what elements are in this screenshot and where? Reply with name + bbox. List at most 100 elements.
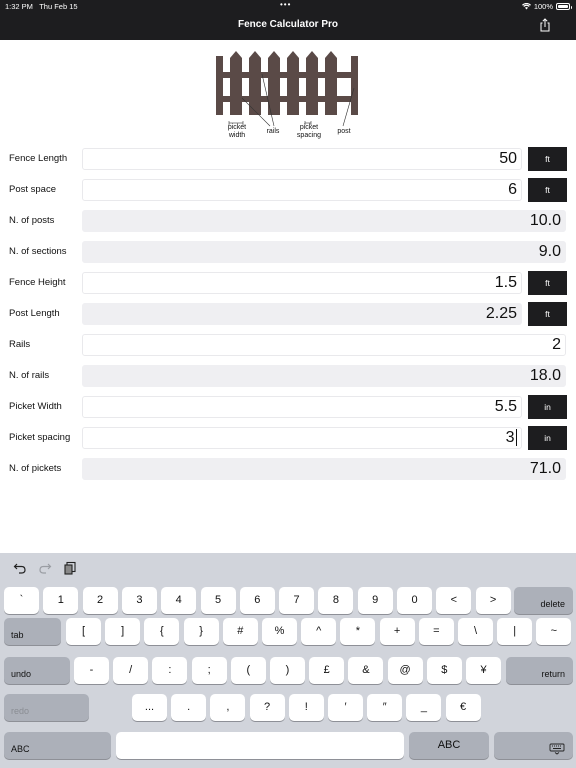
redo-icon[interactable]	[38, 561, 52, 575]
key[interactable]: .	[171, 694, 207, 721]
key[interactable]: 6	[239, 587, 275, 614]
key[interactable]: <	[436, 587, 472, 614]
unit-button[interactable]: ft	[528, 147, 567, 171]
key[interactable]: ;	[191, 657, 227, 684]
key[interactable]: ¥	[466, 657, 501, 684]
clipboard-icon[interactable]	[63, 561, 77, 575]
key[interactable]: =	[418, 618, 454, 645]
key[interactable]: $	[426, 657, 462, 684]
key[interactable]: ″	[367, 694, 403, 721]
key[interactable]: &	[348, 657, 384, 684]
input-field[interactable]: 6	[82, 179, 522, 201]
post-label: post	[337, 128, 351, 135]
form-row: N. of pickets 71.0	[0, 457, 576, 481]
field-label: Picket spacing	[9, 432, 71, 443]
key[interactable]: _	[406, 694, 442, 721]
key[interactable]: %	[262, 618, 297, 645]
key[interactable]: )	[270, 657, 305, 684]
form-row: Rails 2	[0, 333, 576, 357]
key[interactable]: -	[74, 657, 109, 684]
unit-button[interactable]: in	[528, 395, 567, 419]
form-row: Picket Width 5.5 in	[0, 395, 576, 419]
key[interactable]: 3	[121, 587, 157, 614]
undo-icon[interactable]	[13, 561, 27, 575]
input-field[interactable]: 2	[82, 334, 566, 356]
key[interactable]: |	[497, 618, 533, 645]
result-field: 2.25	[82, 303, 522, 325]
unit-button[interactable]: ft	[528, 302, 567, 326]
key[interactable]: £	[309, 657, 345, 684]
unit-button[interactable]: ft	[528, 178, 567, 202]
key[interactable]: :	[152, 657, 188, 684]
abc-key[interactable]: ABC	[4, 732, 111, 759]
picket-spacing-label: picket spacing	[296, 124, 322, 139]
form-row: N. of rails 18.0	[0, 364, 576, 388]
key[interactable]: ?	[249, 694, 285, 721]
input-field[interactable]: 3	[82, 427, 522, 449]
field-label: Fence Height	[9, 277, 66, 288]
key[interactable]: (	[230, 657, 266, 684]
status-clock: 1:32 PM	[5, 2, 33, 11]
delete-key[interactable]: delete	[514, 587, 573, 614]
key[interactable]: 1	[43, 587, 79, 614]
field-value: 2.25	[485, 305, 517, 322]
key[interactable]: +	[379, 618, 415, 645]
wifi-icon	[521, 3, 531, 10]
multitasking-dots[interactable]: •••	[280, 0, 291, 9]
key[interactable]: !	[288, 694, 324, 721]
page-title: Fence Calculator Pro	[237, 19, 339, 30]
key[interactable]: ^	[301, 618, 337, 645]
key[interactable]: \	[458, 618, 493, 645]
unit-button[interactable]: ft	[528, 271, 567, 295]
key[interactable]: ,	[210, 694, 246, 721]
key[interactable]: €	[445, 694, 481, 721]
key[interactable]: }	[183, 618, 219, 645]
keyboard-dismiss-key[interactable]	[494, 732, 573, 759]
key[interactable]: ′	[328, 694, 363, 721]
key[interactable]: 2	[82, 587, 118, 614]
key[interactable]: [	[66, 618, 101, 645]
fence-diagram: picket width rails picket spacing post	[210, 48, 370, 142]
key[interactable]: ...	[132, 694, 167, 721]
field-label: N. of pickets	[9, 463, 62, 474]
key[interactable]: ~	[536, 618, 572, 645]
share-icon[interactable]	[538, 18, 552, 32]
input-field[interactable]: 1.5	[82, 272, 522, 294]
key[interactable]: {	[144, 618, 180, 645]
key[interactable]: ]	[105, 618, 141, 645]
return-key[interactable]: return	[506, 657, 573, 684]
field-label: Fence Length	[9, 153, 68, 164]
key[interactable]: 7	[279, 587, 315, 614]
redo-key[interactable]: redo	[4, 694, 89, 721]
field-value: 5.5	[494, 398, 517, 415]
key[interactable]: >	[475, 587, 511, 614]
key[interactable]: @	[387, 657, 423, 684]
input-field[interactable]: 50	[82, 148, 522, 170]
onscreen-keyboard: ` 1 2 3 4 5 6 7 8 9 0 < > delete tab[]{} #% ^ * + = \ | ~ undo -…	[0, 553, 576, 768]
input-field[interactable]: 5.5	[82, 396, 522, 418]
field-value: 9.0	[538, 243, 561, 260]
field-value: 18.0	[529, 367, 561, 384]
form-row: N. of sections 9.0	[0, 240, 576, 264]
key[interactable]: 8	[318, 587, 354, 614]
key[interactable]: `	[4, 587, 39, 614]
tab-key[interactable]: tab	[4, 618, 61, 645]
form-row: Picket spacing 3 in	[0, 426, 576, 450]
space-bar[interactable]	[116, 732, 404, 759]
form-row: Fence Length 50 ft	[0, 147, 576, 171]
key[interactable]: #	[222, 618, 258, 645]
status-time: 1:32 PM Thu Feb 15	[5, 2, 78, 11]
unit-button[interactable]: in	[528, 426, 567, 450]
result-field: 9.0	[82, 241, 566, 263]
key[interactable]: 4	[161, 587, 197, 614]
field-value: 1.5	[494, 274, 517, 291]
key[interactable]: 5	[200, 587, 236, 614]
undo-key[interactable]: undo	[4, 657, 70, 684]
abc-key[interactable]: ABC	[409, 732, 489, 759]
key[interactable]: 9	[357, 587, 393, 614]
key[interactable]: /	[113, 657, 149, 684]
key[interactable]: *	[340, 618, 376, 645]
key[interactable]: 0	[397, 587, 432, 614]
field-label: Post space	[9, 184, 56, 195]
form-row: N. of posts 10.0	[0, 209, 576, 233]
